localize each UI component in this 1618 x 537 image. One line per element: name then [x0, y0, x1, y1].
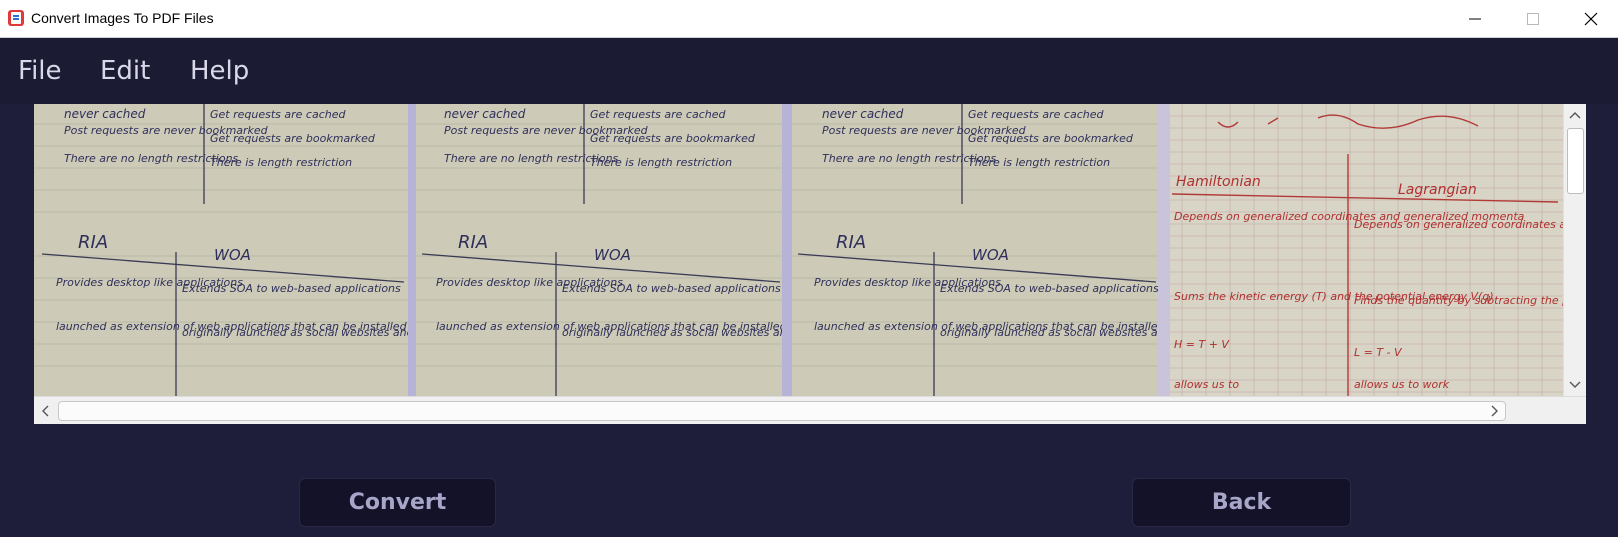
maximize-button[interactable]: [1504, 0, 1562, 38]
svg-text:Finds the quantity by subtract: Finds the quantity by subtracting the po…: [1354, 294, 1563, 307]
scroll-right-button[interactable]: [1484, 397, 1506, 425]
scroll-left-button[interactable]: [34, 397, 56, 425]
svg-text:There is length restriction: There is length restriction: [210, 156, 352, 169]
svg-text:RIA: RIA: [458, 232, 488, 253]
svg-text:RIA: RIA: [78, 232, 108, 253]
close-icon: [1584, 12, 1598, 26]
svg-text:There is length restriction: There is length restriction: [968, 156, 1110, 169]
notes-image-3[interactable]: never cached Post requests are never boo…: [782, 104, 1158, 396]
svg-text:WOA: WOA: [594, 246, 631, 264]
svg-text:WOA: WOA: [214, 246, 251, 264]
scroll-up-button[interactable]: [1564, 104, 1586, 126]
minimize-button[interactable]: [1446, 0, 1504, 38]
svg-text:Extends SOA to web-based appli: Extends SOA to web-based applications: [182, 282, 401, 295]
minimize-icon: [1469, 18, 1481, 20]
image-viewer: never cached Post requests are never boo…: [34, 104, 1586, 424]
svg-text:H = T + V: H = T + V: [1174, 338, 1230, 351]
chevron-down-icon: [1569, 381, 1581, 388]
svg-text:never cached: never cached: [444, 107, 526, 121]
notes-image-1[interactable]: never cached Post requests are never boo…: [34, 104, 408, 396]
horizontal-scroll-thumb[interactable]: [58, 401, 1506, 421]
svg-text:originally launched as social: originally launched as social websites a…: [940, 326, 1158, 339]
svg-text:Get requests are bookmarked: Get requests are bookmarked: [968, 132, 1134, 145]
svg-text:Extends SOA to web-based appli: Extends SOA to web-based applications: [940, 282, 1158, 295]
svg-text:allows us to: allows us to: [1174, 378, 1239, 391]
window-title: Convert Images To PDF Files: [31, 10, 214, 26]
title-bar: Convert Images To PDF Files: [0, 0, 1618, 38]
svg-text:never cached: never cached: [822, 107, 904, 121]
vertical-scrollbar[interactable]: [1563, 104, 1586, 396]
horizontal-scrollbar[interactable]: [34, 396, 1586, 424]
menu-edit[interactable]: Edit: [100, 56, 150, 86]
svg-text:originally launched as social: originally launched as social websites a…: [182, 326, 408, 339]
back-button[interactable]: Back: [1132, 478, 1351, 527]
svg-text:RIA: RIA: [836, 232, 866, 253]
svg-text:Get requests are cached: Get requests are cached: [968, 108, 1104, 121]
image-strip: never cached Post requests are never boo…: [34, 104, 1563, 396]
chevron-up-icon: [1569, 112, 1581, 119]
scroll-down-button[interactable]: [1564, 374, 1586, 396]
svg-text:Get requests are bookmarked: Get requests are bookmarked: [590, 132, 756, 145]
svg-text:Hamiltonian: Hamiltonian: [1176, 174, 1261, 190]
maximize-icon: [1527, 13, 1539, 25]
convert-button[interactable]: Convert: [299, 478, 496, 527]
svg-text:Lagrangian: Lagrangian: [1398, 182, 1477, 198]
menu-file[interactable]: File: [18, 56, 62, 86]
notes-image-4[interactable]: Hamiltonian Lagrangian Depends on genera…: [1158, 104, 1563, 396]
chevron-left-icon: [42, 405, 49, 417]
svg-text:Depends on generalized coordin: Depends on generalized coordinates and g…: [1354, 218, 1563, 231]
svg-text:L = T - V: L = T - V: [1354, 346, 1403, 359]
svg-text:WOA: WOA: [972, 246, 1009, 264]
app-icon: [8, 10, 24, 26]
menu-help[interactable]: Help: [190, 56, 249, 86]
svg-text:never cached: never cached: [64, 107, 146, 121]
svg-text:Get requests are cached: Get requests are cached: [590, 108, 726, 121]
svg-text:originally launched as social: originally launched as social websites a…: [562, 326, 782, 339]
vertical-scroll-thumb[interactable]: [1567, 128, 1584, 194]
chevron-right-icon: [1491, 405, 1498, 417]
notes-image-2[interactable]: never cached Post requests are never boo…: [408, 104, 782, 396]
close-button[interactable]: [1562, 0, 1618, 38]
svg-text:Extends SOA to web-based appli: Extends SOA to web-based applications: [562, 282, 781, 295]
svg-text:There is length restriction: There is length restriction: [590, 156, 732, 169]
svg-text:allows us to work: allows us to work: [1354, 378, 1450, 391]
menu-bar: File Edit Help: [0, 38, 1618, 104]
svg-text:Get requests are bookmarked: Get requests are bookmarked: [210, 132, 376, 145]
svg-text:Get requests are cached: Get requests are cached: [210, 108, 346, 121]
